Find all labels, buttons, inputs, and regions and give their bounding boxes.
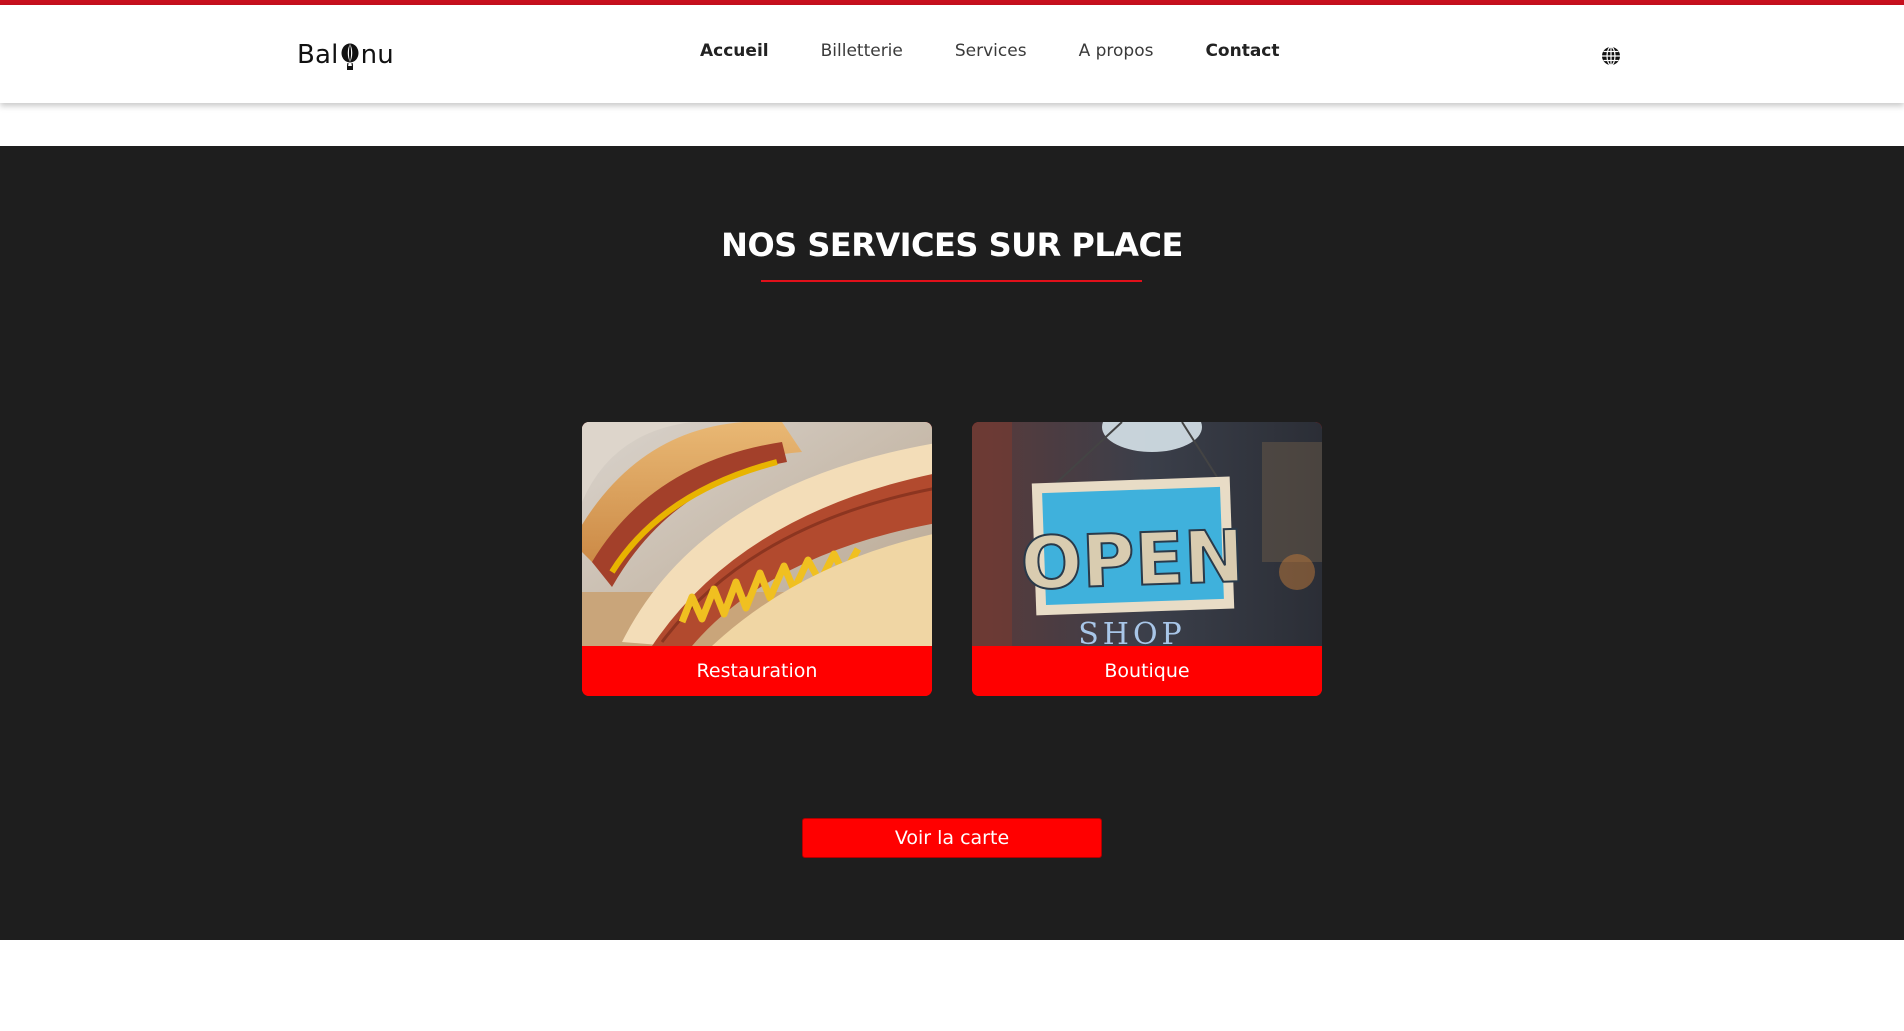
title-underline xyxy=(761,280,1142,282)
section-title: NOS SERVICES SUR PLACE xyxy=(721,226,1183,264)
service-card-restauration[interactable]: Restauration xyxy=(582,422,932,696)
globe-icon[interactable] xyxy=(1601,46,1621,66)
card-label: Restauration xyxy=(582,646,932,696)
open-sign-image: OPEN SHOP xyxy=(972,422,1322,646)
nav-item-accueil[interactable]: Accueil xyxy=(700,41,769,61)
logo[interactable]: Bal nu xyxy=(297,35,394,75)
voir-la-carte-button[interactable]: Voir la carte xyxy=(802,818,1102,858)
site-header: Bal nu Accueil Billetterie Services A pr… xyxy=(0,5,1904,103)
shop-sign-text: SHOP xyxy=(1078,617,1186,646)
nav-item-contact[interactable]: Contact xyxy=(1205,41,1279,61)
balloon-icon xyxy=(341,43,359,70)
service-card-boutique[interactable]: OPEN SHOP Boutique xyxy=(972,422,1322,696)
open-sign-text: OPEN xyxy=(1019,514,1245,606)
hot-dog-image xyxy=(582,422,932,646)
nav-item-services[interactable]: Services xyxy=(955,41,1027,61)
services-section: NOS SERVICES SUR PLACE Restauration OPEN… xyxy=(0,146,1904,940)
main-nav: Accueil Billetterie Services A propos Co… xyxy=(700,41,1332,61)
nav-item-billetterie[interactable]: Billetterie xyxy=(821,41,903,61)
nav-item-a-propos[interactable]: A propos xyxy=(1079,41,1154,61)
card-label: Boutique xyxy=(972,646,1322,696)
